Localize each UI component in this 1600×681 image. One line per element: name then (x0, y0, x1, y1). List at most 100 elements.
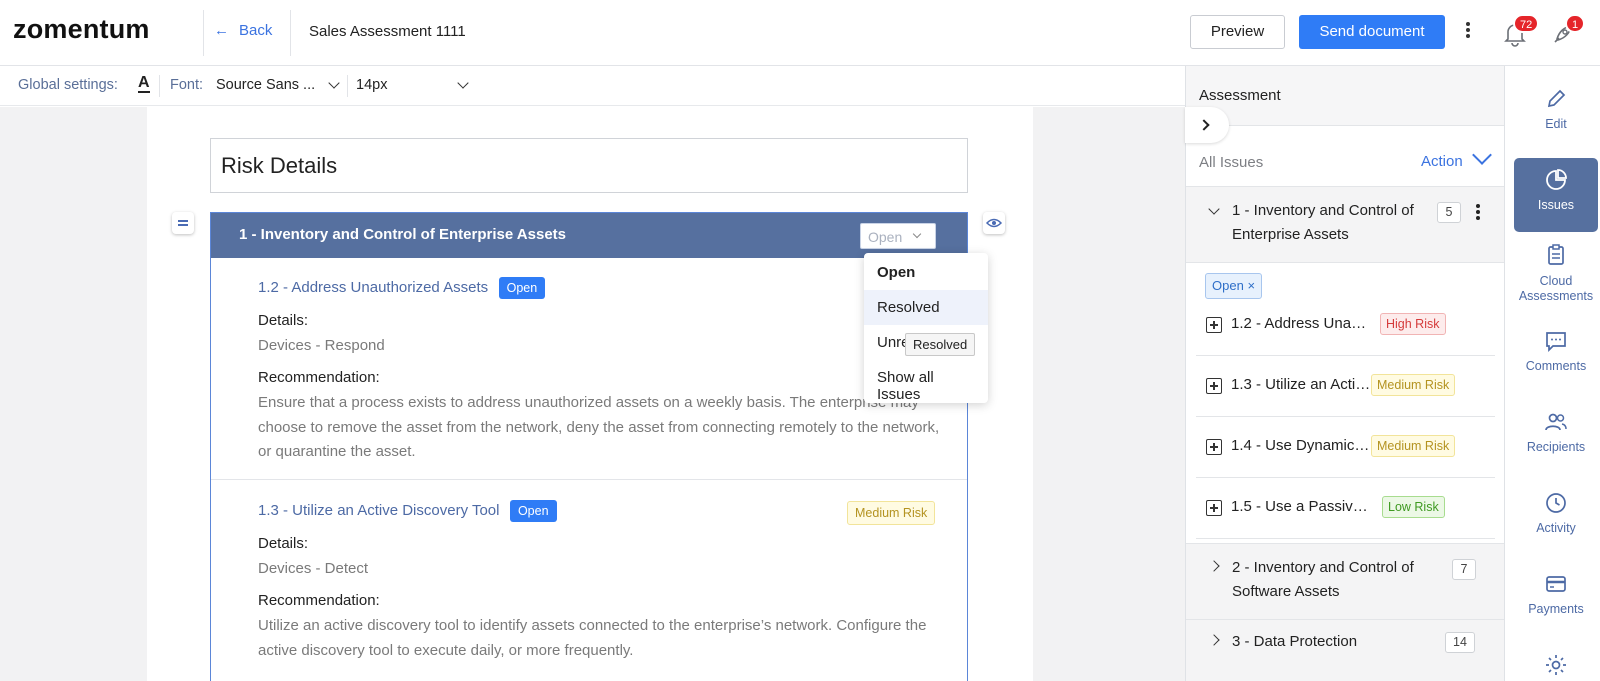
section-status-value: Open (868, 229, 903, 245)
issue-group[interactable]: 1 - Inventory and Control of Enterprise … (1186, 186, 1504, 262)
divider (203, 10, 204, 56)
global-settings-label: Global settings: (18, 77, 118, 93)
chevron-down-icon[interactable] (1472, 145, 1492, 165)
risk-badge: High Risk (1380, 313, 1446, 335)
filter-chip-label: Open (1212, 278, 1244, 293)
details-value: Devices - Respond (258, 337, 385, 354)
chevron-down-icon[interactable] (457, 77, 469, 89)
chevron-right-icon[interactable] (1208, 634, 1220, 646)
clock-icon (1546, 493, 1566, 513)
back-button[interactable]: ← Back (214, 22, 272, 39)
more-options-icon[interactable] (1476, 204, 1480, 222)
divider (290, 10, 291, 56)
chevron-down-icon[interactable] (328, 77, 340, 89)
dropdown-option-open[interactable]: Open (864, 255, 988, 290)
rail-item-comments[interactable]: Comments (1514, 321, 1598, 395)
document-title: Sales Assessment 1111 (309, 23, 466, 40)
divider (211, 479, 967, 480)
issue-list-title: 1.5 - Use a Passive Asset Discovery Tool (1231, 498, 1371, 515)
pie-chart-icon (1546, 169, 1567, 190)
issue-group-title: 2 - Inventory and Control of Software As… (1232, 559, 1414, 600)
risk-badge: Medium Risk (1371, 374, 1456, 396)
zomentum-logo[interactable]: zomentum (13, 14, 150, 45)
issue-list-title: 1.4 - Use Dynamic Host Configuration (1231, 437, 1371, 454)
arrow-left-icon: ← (214, 22, 229, 39)
credit-card-icon (1546, 576, 1566, 592)
close-icon[interactable]: × (1247, 278, 1255, 293)
issue-list-item[interactable]: 1.3 - Utilize an Active Discovery Tool M… (1196, 356, 1495, 417)
chevron-down-icon[interactable] (1208, 203, 1220, 215)
risk-badge: Medium Risk (847, 501, 936, 525)
issue-list-item[interactable]: 1.2 - Address Unauthorized Assets High R… (1196, 295, 1495, 356)
section-status-select[interactable]: Open (860, 223, 936, 249)
chevron-right-icon (1198, 119, 1210, 131)
rail-item-label: Payments (1528, 602, 1584, 616)
issue-title[interactable]: 1.3 - Utilize an Active Discovery Tool (258, 502, 500, 519)
rail-item-cloud-assessments[interactable]: Cloud Assessments (1514, 239, 1598, 319)
drag-handle-icon[interactable] (172, 212, 194, 234)
issue-list-title: 1.3 - Utilize an Active Discovery Tool (1231, 376, 1371, 393)
rail-item-payments[interactable]: Payments (1514, 564, 1598, 638)
pencil-icon (1547, 89, 1566, 108)
expand-icon[interactable] (1206, 500, 1222, 516)
document-title-block[interactable]: Risk Details (210, 138, 968, 193)
divider (347, 75, 348, 97)
panel-header: Assessment (1186, 66, 1504, 126)
issue-group[interactable]: 2 - Inventory and Control of Software As… (1186, 543, 1504, 619)
issue-list-title: 1.2 - Address Unauthorized Assets (1231, 315, 1371, 332)
rail-item-label: Comments (1525, 359, 1587, 373)
rail-item-edit[interactable]: Edit (1514, 77, 1598, 151)
notifications-count-badge: 72 (1513, 14, 1540, 33)
issue-title[interactable]: 1.2 - Address Unauthorized Assets (258, 279, 488, 296)
more-options-icon[interactable] (1462, 20, 1474, 44)
issue-title-row: 1.2 - Address Unauthorized Assets Open (258, 277, 546, 299)
preview-button[interactable]: Preview (1190, 15, 1285, 49)
divider (1186, 262, 1504, 263)
eye-icon[interactable] (983, 212, 1005, 234)
right-rail-nav: Edit Issues Cloud Assessments Comments R… (1504, 66, 1600, 681)
issue-group[interactable]: 3 - Data Protection 14 (1186, 619, 1504, 681)
rail-item-label: Recipients (1526, 440, 1586, 454)
text-color-icon[interactable]: A (138, 75, 150, 93)
issue-list-item[interactable]: 1.4 - Use Dynamic Host Configuration Med… (1196, 417, 1495, 478)
expand-icon[interactable] (1206, 439, 1222, 455)
status-badge: Open (509, 500, 557, 522)
expand-icon[interactable] (1206, 317, 1222, 333)
top-bar: zomentum ← Back Sales Assessment 1111 Pre… (0, 0, 1600, 66)
global-settings-bar: Global settings: A Font: Source Sans ...… (0, 66, 1185, 106)
issue-count: 7 (1452, 559, 1476, 580)
status-dropdown-menu: Open Resolved Unre Show all Issues (864, 253, 988, 403)
divider (159, 75, 160, 97)
risk-badge: Medium Risk (1371, 435, 1456, 457)
chevron-down-icon (912, 229, 922, 239)
rail-item-settings[interactable] (1514, 645, 1598, 681)
panel-title: Assessment (1199, 87, 1281, 104)
dropdown-option-show-all[interactable]: Show all Issues (864, 360, 988, 403)
action-button[interactable]: Action (1421, 153, 1463, 170)
risk-section: 1 - Inventory and Control of Enterprise … (210, 212, 968, 681)
recommendation-value: Utilize an active discovery tool to iden… (258, 617, 927, 659)
font-label: Font: (170, 77, 204, 93)
rail-item-recipients[interactable]: Recipients (1514, 402, 1598, 476)
rail-item-label: Issues (1537, 198, 1575, 212)
font-select[interactable]: Source Sans ... (216, 77, 315, 93)
issue-title-row: 1.3 - Utilize an Active Discovery Tool O… (258, 500, 557, 522)
chevron-right-icon[interactable] (1208, 560, 1220, 572)
rail-item-label: Cloud Assessments (1518, 274, 1594, 303)
collapse-panel-button[interactable] (1185, 107, 1229, 143)
expand-icon[interactable] (1206, 378, 1222, 394)
send-document-button[interactable]: Send document (1299, 15, 1445, 49)
status-badge: Open (498, 277, 546, 299)
back-label: Back (239, 22, 273, 39)
issue-count: 14 (1445, 632, 1475, 653)
recommendation-label: Recommendation: (258, 592, 380, 609)
font-size-select[interactable]: 14px (356, 77, 387, 93)
issue-list-item[interactable]: 1.5 - Use a Passive Asset Discovery Tool… (1196, 478, 1495, 539)
rail-item-label: Edit (1545, 117, 1567, 131)
rail-item-issues[interactable]: Issues (1514, 158, 1598, 232)
assessment-panel: Assessment All Issues Action 1 - Invento… (1185, 66, 1504, 681)
rocket-count-badge: 1 (1565, 14, 1586, 33)
dropdown-option-resolved[interactable]: Resolved (864, 290, 988, 325)
rail-item-activity[interactable]: Activity (1514, 483, 1598, 557)
details-value: Devices - Detect (258, 560, 369, 577)
